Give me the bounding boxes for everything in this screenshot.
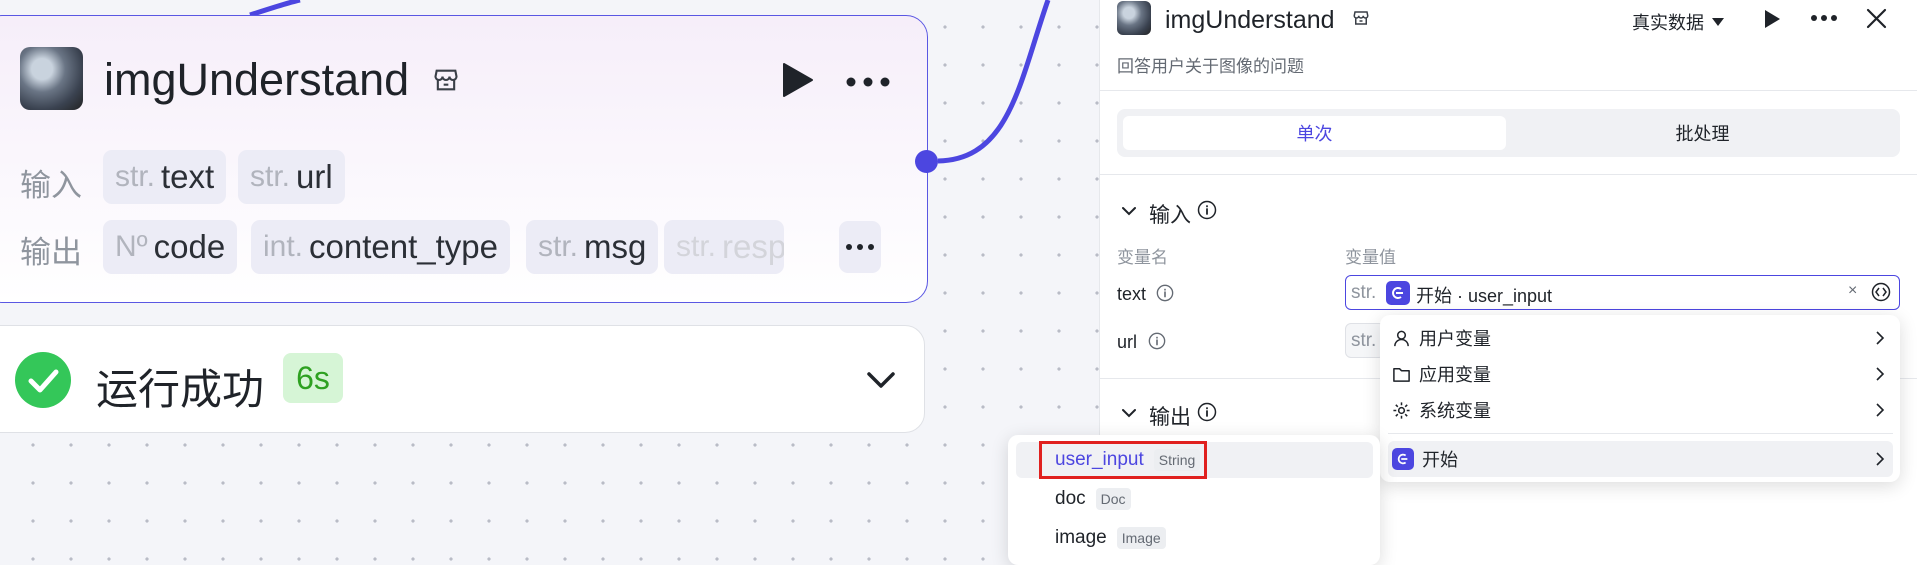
- type-prefix: str.: [1351, 330, 1377, 351]
- panel-description: 回答用户关于图像的问题: [1117, 57, 1304, 76]
- close-icon[interactable]: [1866, 8, 1887, 29]
- submenu-item-image[interactable]: image Image: [1016, 520, 1373, 556]
- var-name-url: url: [1117, 332, 1138, 352]
- clear-value-button[interactable]: ×: [1848, 282, 1857, 300]
- chevron-right-icon: [1876, 367, 1885, 381]
- tab-batch[interactable]: 批处理: [1509, 116, 1896, 150]
- input-tag-url: str. url: [238, 150, 345, 204]
- run-status-text: 运行成功: [96, 366, 265, 413]
- menu-item-start[interactable]: 开始: [1388, 441, 1893, 477]
- user-icon: [1394, 330, 1409, 346]
- output-section-title: 输出: [1149, 406, 1191, 429]
- success-check-icon: [15, 352, 71, 408]
- menu-divider: [1388, 433, 1893, 434]
- connector-top: [249, 0, 301, 18]
- highlight-annotation-box: [1039, 441, 1207, 479]
- panel-more-button[interactable]: [1810, 14, 1838, 22]
- connector-right: [937, 0, 1051, 164]
- node-output-port[interactable]: [915, 150, 938, 173]
- output-tag-code: Nº code: [103, 220, 238, 274]
- chevron-right-icon: [1876, 331, 1885, 345]
- collapse-input-icon[interactable]: [1122, 206, 1136, 216]
- gear-icon: [1393, 401, 1410, 419]
- start-icon: [1392, 448, 1414, 470]
- run-duration-badge: 6s: [283, 353, 343, 403]
- store-icon: [434, 69, 458, 91]
- node-input-label: 输入: [20, 168, 82, 203]
- info-icon[interactable]: [1148, 332, 1166, 350]
- submenu-item-doc[interactable]: doc Doc: [1016, 481, 1373, 517]
- output-tag-resp: str. resp: [664, 220, 784, 274]
- panel-title: imgUnderstand: [1165, 6, 1335, 34]
- collapse-output-icon[interactable]: [1122, 408, 1136, 418]
- folder-icon: [1393, 367, 1410, 382]
- output-tag-msg: str. msg: [526, 220, 659, 274]
- node-avatar: [20, 47, 83, 110]
- outputs-more-button[interactable]: [839, 221, 881, 273]
- tabs-divider: [1099, 174, 1917, 175]
- chevron-down-icon[interactable]: [866, 370, 896, 390]
- chevron-right-icon: [1876, 403, 1885, 417]
- menu-item-app-variables[interactable]: 应用变量: [1388, 356, 1893, 392]
- data-source-label: 真实数据: [1632, 13, 1704, 33]
- input-tag-text: str. text: [103, 150, 227, 204]
- menu-item-user-variables[interactable]: 用户变量: [1388, 320, 1893, 356]
- data-source-select[interactable]: 真实数据: [1632, 9, 1724, 35]
- tab-single[interactable]: 单次: [1123, 116, 1506, 150]
- chevron-right-icon: [1876, 452, 1885, 466]
- run-button[interactable]: [1763, 9, 1781, 29]
- input-section-title: 输入: [1149, 204, 1191, 227]
- col-header-name: 变量名: [1117, 248, 1168, 267]
- node-output-label: 输出: [20, 235, 82, 270]
- info-icon[interactable]: [1197, 402, 1217, 422]
- more-dots-icon: [846, 244, 874, 250]
- menu-item-system-variables[interactable]: 系统变量: [1388, 392, 1893, 428]
- info-icon[interactable]: [1197, 200, 1217, 220]
- info-icon[interactable]: [1156, 284, 1174, 302]
- text-value-reference: 开始 · user_input: [1416, 286, 1553, 306]
- output-tag-content-type: int. content_type: [251, 220, 511, 274]
- store-icon: [1353, 11, 1369, 25]
- panel-avatar: [1117, 1, 1151, 35]
- caret-down-icon: [1712, 18, 1724, 26]
- run-node-button[interactable]: [780, 62, 814, 98]
- col-header-value: 变量值: [1345, 248, 1396, 267]
- node-more-button[interactable]: [845, 76, 891, 88]
- variable-picker-icon[interactable]: [1871, 282, 1891, 302]
- var-name-text: text: [1117, 284, 1147, 304]
- start-node-icon: [1386, 281, 1410, 305]
- type-prefix: str.: [1351, 282, 1377, 303]
- header-divider: [1099, 90, 1917, 91]
- node-title: imgUnderstand: [104, 54, 410, 105]
